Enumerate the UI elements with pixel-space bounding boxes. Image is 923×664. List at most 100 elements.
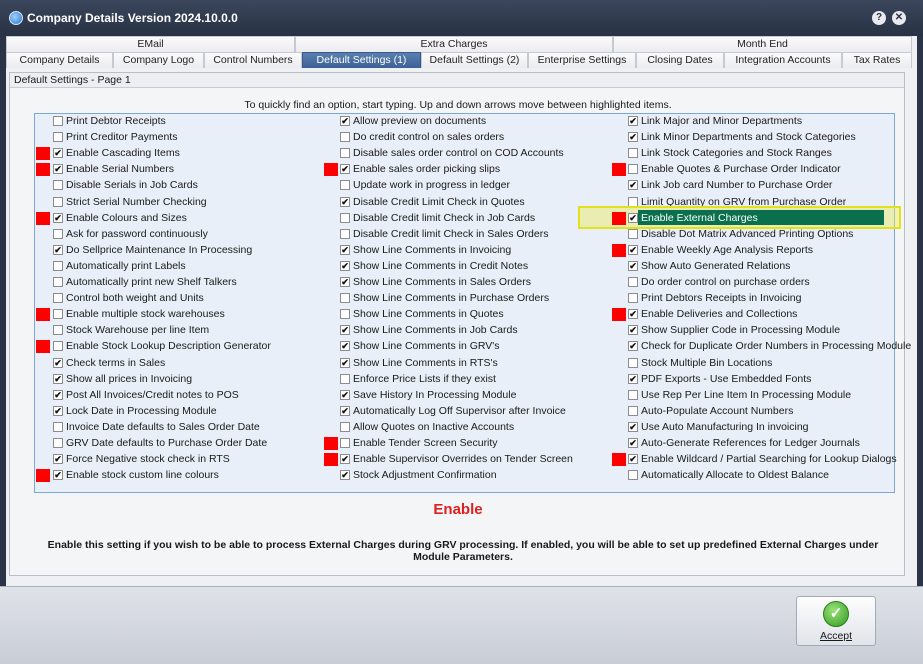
option-label: Show Auto Generated Relations [641, 260, 791, 272]
checkbox[interactable]: ✔ [53, 390, 63, 400]
checkbox[interactable]: ✔ [628, 132, 638, 142]
checkbox[interactable]: ✔ [628, 309, 638, 319]
checkbox[interactable]: ✔ [53, 470, 63, 480]
checkbox[interactable] [340, 148, 350, 158]
checkbox[interactable] [340, 229, 350, 239]
option-label: Enforce Price Lists if they exist [353, 373, 496, 385]
checkbox[interactable]: ✔ [53, 374, 63, 384]
checkbox[interactable] [53, 180, 63, 190]
checkbox[interactable]: ✔ [628, 374, 638, 384]
red-flag-marker [612, 244, 626, 257]
checkbox[interactable] [53, 309, 63, 319]
checkbox[interactable] [53, 132, 63, 142]
checkbox[interactable] [53, 341, 63, 351]
checkbox[interactable]: ✔ [340, 197, 350, 207]
checkbox[interactable] [340, 422, 350, 432]
checkbox[interactable]: ✔ [53, 164, 63, 174]
checkbox[interactable] [53, 261, 63, 271]
checkbox[interactable] [340, 438, 350, 448]
option-label: Show Line Comments in Credit Notes [353, 260, 529, 272]
checkbox[interactable]: ✔ [628, 245, 638, 255]
tab-company-logo[interactable]: Company Logo [113, 52, 204, 68]
checkbox[interactable] [53, 116, 63, 126]
tab-control-numbers[interactable]: Control Numbers [204, 52, 302, 68]
checkbox[interactable] [53, 197, 63, 207]
checkbox[interactable]: ✔ [628, 341, 638, 351]
option-label: Stock Multiple Bin Locations [641, 357, 773, 369]
close-icon[interactable]: ✕ [892, 11, 906, 25]
checkbox[interactable] [628, 148, 638, 158]
checkbox[interactable] [340, 293, 350, 303]
checkbox[interactable] [340, 180, 350, 190]
option-label: Strict Serial Number Checking [66, 196, 207, 208]
checkbox[interactable] [628, 406, 638, 416]
checkbox[interactable]: ✔ [340, 358, 350, 368]
tab-closing-dates[interactable]: Closing Dates [636, 52, 724, 68]
checkbox[interactable]: ✔ [340, 470, 350, 480]
checkbox[interactable]: ✔ [340, 261, 350, 271]
accept-label: Accept [819, 630, 853, 642]
tab-default-settings-2[interactable]: Default Settings (2) [421, 52, 528, 68]
checkbox[interactable] [628, 390, 638, 400]
checkbox[interactable] [628, 358, 638, 368]
checkbox[interactable] [53, 325, 63, 335]
checkbox[interactable]: ✔ [628, 180, 638, 190]
tab-tax-rates[interactable]: Tax Rates [842, 52, 912, 68]
checkbox[interactable]: ✔ [340, 454, 350, 464]
checkbox[interactable] [628, 229, 638, 239]
checkbox[interactable] [340, 309, 350, 319]
checkbox[interactable]: ✔ [53, 358, 63, 368]
checkbox[interactable]: ✔ [340, 325, 350, 335]
red-flag-marker [324, 437, 338, 450]
checkbox[interactable] [53, 422, 63, 432]
option-label: Auto-Generate References for Ledger Jour… [641, 437, 860, 449]
checkbox[interactable]: ✔ [628, 438, 638, 448]
red-flag-marker [36, 308, 50, 321]
checkbox[interactable] [53, 229, 63, 239]
checkbox[interactable]: ✔ [628, 261, 638, 271]
checkbox[interactable] [628, 293, 638, 303]
checkbox[interactable]: ✔ [340, 116, 350, 126]
checkbox[interactable]: ✔ [628, 422, 638, 432]
checkbox[interactable]: ✔ [53, 148, 63, 158]
checkbox[interactable] [53, 277, 63, 287]
checkbox[interactable] [628, 277, 638, 287]
checkbox[interactable]: ✔ [340, 341, 350, 351]
checkbox[interactable]: ✔ [340, 245, 350, 255]
checkbox[interactable] [340, 213, 350, 223]
red-flag-marker [324, 163, 338, 176]
checkbox[interactable]: ✔ [628, 454, 638, 464]
checkbox[interactable] [628, 164, 638, 174]
option-label: Show Line Comments in Invoicing [353, 244, 512, 256]
accept-button[interactable]: ✓ Accept [796, 596, 876, 646]
checkbox[interactable]: ✔ [340, 164, 350, 174]
help-icon[interactable]: ? [872, 11, 886, 25]
checkbox[interactable]: ✔ [340, 277, 350, 287]
checkbox[interactable]: ✔ [53, 245, 63, 255]
tab-extra-charges[interactable]: Extra Charges [295, 36, 613, 52]
option-label: Link Major and Minor Departments [641, 115, 803, 127]
checkbox[interactable]: ✔ [53, 454, 63, 464]
tab-enterprise-settings[interactable]: Enterprise Settings [528, 52, 636, 68]
checkbox[interactable]: ✔ [628, 325, 638, 335]
checkbox[interactable]: ✔ [340, 406, 350, 416]
tab-month-end[interactable]: Month End [613, 36, 912, 52]
option-label: Stock Warehouse per line Item [66, 324, 210, 336]
checkbox[interactable] [53, 438, 63, 448]
checkbox[interactable] [340, 374, 350, 384]
checkbox[interactable]: ✔ [628, 213, 638, 223]
checkbox[interactable] [628, 470, 638, 480]
option-label: Force Negative stock check in RTS [66, 453, 230, 465]
tab-integration-accounts[interactable]: Integration Accounts [724, 52, 842, 68]
checkbox[interactable]: ✔ [340, 390, 350, 400]
checkbox[interactable]: ✔ [628, 116, 638, 126]
tab-company-details[interactable]: Company Details [6, 52, 113, 68]
tab-default-settings-1[interactable]: Default Settings (1) [302, 52, 421, 68]
checkbox[interactable] [340, 132, 350, 142]
option-label: Disable Credit Limit Check in Quotes [353, 196, 525, 208]
checkbox[interactable]: ✔ [53, 406, 63, 416]
checkbox[interactable] [53, 293, 63, 303]
tab-email[interactable]: EMail [6, 36, 295, 52]
option-label: Link Stock Categories and Stock Ranges [641, 147, 832, 159]
checkbox[interactable]: ✔ [53, 213, 63, 223]
